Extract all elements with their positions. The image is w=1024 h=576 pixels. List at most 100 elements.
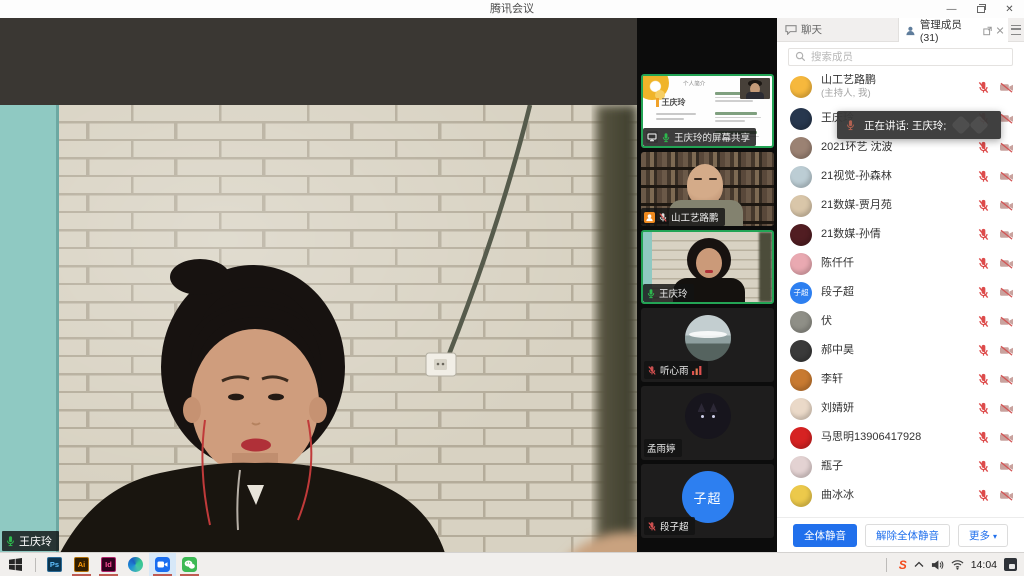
illustrator-icon: Ai	[74, 557, 89, 572]
search-members-input[interactable]	[788, 48, 1013, 66]
mic-muted-icon[interactable]	[977, 402, 990, 415]
thumbnail-label: 段子超	[644, 517, 695, 535]
camera-off-icon[interactable]	[999, 489, 1014, 502]
mic-muted-icon[interactable]	[977, 460, 990, 473]
avatar	[790, 253, 812, 275]
thumbnail-participant[interactable]: 子超 段子超	[641, 464, 774, 538]
thumbnail-participant[interactable]: 听心雨	[641, 308, 774, 382]
mic-muted-icon[interactable]	[977, 199, 990, 212]
tab-chat[interactable]: 聊天	[777, 18, 899, 41]
mic-muted-icon[interactable]	[977, 344, 990, 357]
member-row[interactable]: 子超 段子超	[777, 278, 1024, 307]
taskbar-illustrator[interactable]: Ai	[68, 553, 95, 576]
member-name: 伏	[821, 315, 968, 328]
member-row[interactable]: 郝中昊	[777, 336, 1024, 365]
taskbar-photoshop[interactable]: Ps	[41, 553, 68, 576]
member-row[interactable]: 伏	[777, 307, 1024, 336]
member-role: (主持人, 我)	[821, 87, 968, 100]
camera-off-icon[interactable]	[999, 112, 1014, 125]
panel-footer: 全体静音 解除全体静音 更多▾	[777, 517, 1024, 553]
close-button[interactable]: ✕	[995, 0, 1024, 18]
member-row[interactable]: 山工艺路鹏 (主持人, 我)	[777, 70, 1024, 104]
taskbar-separator	[35, 558, 36, 572]
mic-muted-icon[interactable]	[977, 81, 990, 94]
member-row[interactable]: 瓶子	[777, 452, 1024, 481]
taskbar-wechat[interactable]	[176, 553, 203, 576]
search-icon	[795, 51, 806, 62]
popout-icon[interactable]	[983, 26, 992, 36]
camera-off-icon[interactable]	[999, 460, 1014, 473]
photoshop-icon: Ps	[47, 557, 62, 572]
member-row[interactable]: 马思明13906417928	[777, 423, 1024, 452]
wifi-icon[interactable]	[951, 559, 964, 570]
thumbnail-active-speaker[interactable]: 王庆玲	[641, 230, 774, 304]
mic-muted-icon[interactable]	[977, 170, 990, 183]
mic-on-icon	[646, 288, 656, 299]
member-row[interactable]: 曲冰冰	[777, 481, 1024, 510]
slide-title: 个人简介	[683, 80, 705, 88]
mic-muted-icon[interactable]	[977, 257, 990, 270]
member-row[interactable]: 刘婧妍	[777, 394, 1024, 423]
taskbar-clock[interactable]: 14:04	[971, 559, 997, 571]
thumbnail-participant[interactable]: 山工艺路鹏	[641, 152, 774, 226]
windows-logo-icon	[9, 558, 22, 571]
window-controls: — ✕	[937, 0, 1024, 18]
minimize-button[interactable]: —	[937, 0, 966, 18]
mic-muted-icon[interactable]	[977, 431, 990, 444]
mic-muted-icon[interactable]	[977, 489, 990, 502]
member-row[interactable]: 21视觉-孙森林	[777, 162, 1024, 191]
taskbar-meeting[interactable]	[149, 553, 176, 576]
tray-chevron-up-icon[interactable]	[914, 561, 924, 568]
member-name: 郝中昊	[821, 344, 968, 357]
close-panel-icon[interactable]	[996, 26, 1004, 35]
unmute-all-button[interactable]: 解除全体静音	[865, 524, 950, 547]
camera-off-icon[interactable]	[999, 286, 1014, 299]
slide-text-line	[656, 113, 696, 115]
taskbar-indesign[interactable]: Id	[95, 553, 122, 576]
camera-off-icon[interactable]	[999, 228, 1014, 241]
camera-off-icon[interactable]	[999, 315, 1014, 328]
member-name: 李轩	[821, 373, 968, 386]
sogou-ime-icon[interactable]: S	[899, 559, 907, 571]
member-row[interactable]: 陈仟仟	[777, 249, 1024, 278]
maximize-button[interactable]	[966, 0, 995, 18]
speaker-name-tag: 王庆玲	[2, 531, 59, 551]
speaker-video	[0, 105, 637, 553]
thumbnail-strip: 个人简介 王庆玲 王庆玲的屏幕共享	[637, 18, 777, 553]
mic-muted-icon[interactable]	[977, 315, 990, 328]
thumbnail-screenshare[interactable]: 个人简介 王庆玲 王庆玲的屏幕共享	[641, 74, 774, 148]
avatar	[790, 369, 812, 391]
notification-icon[interactable]	[1004, 558, 1017, 571]
camera-off-icon[interactable]	[999, 431, 1014, 444]
volume-icon[interactable]	[931, 559, 944, 571]
avatar	[790, 166, 812, 188]
member-name: 21数媒-孙倩	[821, 228, 968, 241]
member-name: 瓶子	[821, 460, 968, 473]
member-row[interactable]: 李轩	[777, 365, 1024, 394]
more-button[interactable]: 更多▾	[958, 524, 1008, 547]
camera-off-icon[interactable]	[999, 170, 1014, 183]
mic-muted-icon[interactable]	[977, 141, 990, 154]
speaker-name: 王庆玲	[19, 533, 52, 549]
camera-off-icon[interactable]	[999, 141, 1014, 154]
start-button[interactable]	[0, 553, 30, 576]
camera-off-icon[interactable]	[999, 402, 1014, 415]
avatar	[790, 485, 812, 507]
camera-off-icon[interactable]	[999, 257, 1014, 270]
wall-outlet	[426, 353, 456, 376]
mic-muted-icon[interactable]	[977, 286, 990, 299]
network-signal-icon	[692, 365, 702, 375]
camera-off-icon[interactable]	[999, 81, 1014, 94]
camera-off-icon[interactable]	[999, 344, 1014, 357]
member-row[interactable]: 21数媒-孙倩	[777, 220, 1024, 249]
thumbnail-participant[interactable]: 孟雨婷	[641, 386, 774, 460]
member-row[interactable]: 21数媒-贾月苑	[777, 191, 1024, 220]
mute-all-button[interactable]: 全体静音	[793, 524, 857, 547]
mic-muted-icon[interactable]	[977, 228, 990, 241]
mic-muted-icon[interactable]	[977, 373, 990, 386]
taskbar-edge[interactable]	[122, 553, 149, 576]
panel-menu-button[interactable]	[1008, 18, 1024, 41]
camera-off-icon[interactable]	[999, 199, 1014, 212]
tab-members[interactable]: 管理成员(31)	[899, 18, 1008, 43]
camera-off-icon[interactable]	[999, 373, 1014, 386]
